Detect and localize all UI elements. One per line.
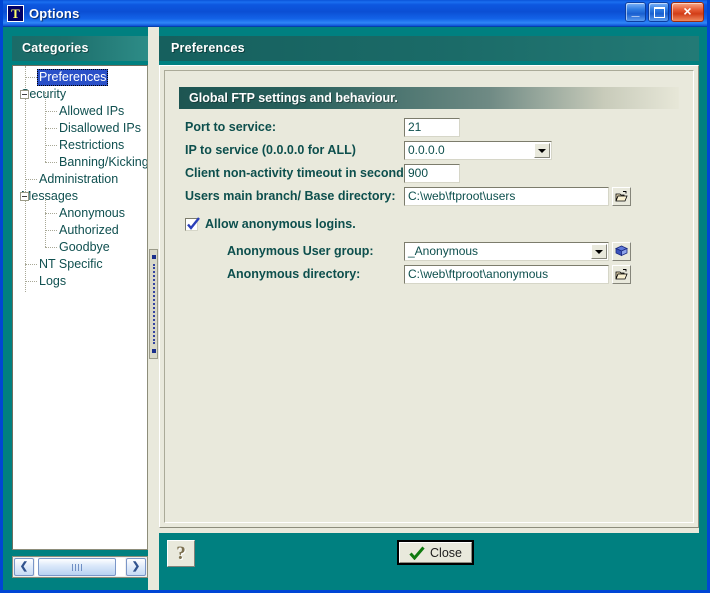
tree-item-label: Goodbye bbox=[59, 240, 110, 254]
tree-item-label: Restrictions bbox=[59, 138, 125, 152]
tree-item-label: NT Specific bbox=[39, 257, 103, 271]
chevron-left-icon: ❮ bbox=[19, 561, 29, 572]
dialog-button-bar: ? Close bbox=[159, 533, 699, 578]
categories-tree[interactable]: Preferences Security Allowed IPs Disallowed… bbox=[12, 65, 148, 550]
splitter-grip[interactable] bbox=[149, 249, 158, 359]
app-icon: T bbox=[7, 4, 24, 22]
browse-anonymous-directory-button[interactable] bbox=[612, 264, 631, 284]
allow-anonymous-checkbox[interactable] bbox=[185, 216, 200, 231]
tree-item-goodbye[interactable]: Goodbye bbox=[13, 239, 147, 256]
anonymous-group-combobox[interactable]: _Anonymous bbox=[404, 241, 609, 261]
timeout-label: Client non-activity timeout in seconds: bbox=[185, 166, 415, 180]
anonymous-group-label: Anonymous User group: bbox=[227, 244, 374, 258]
tree-item-allowed-ips[interactable]: Allowed IPs bbox=[13, 103, 147, 120]
tree-item-logs[interactable]: Logs bbox=[13, 273, 147, 290]
tree-item-administration[interactable]: Administration bbox=[13, 171, 147, 188]
timeout-input[interactable] bbox=[404, 163, 460, 183]
port-input[interactable] bbox=[404, 117, 460, 137]
splitter-dots-icon bbox=[153, 264, 156, 344]
chevron-down-icon[interactable] bbox=[534, 142, 550, 158]
ip-combobox[interactable]: 0.0.0.0 bbox=[404, 140, 552, 160]
edit-user-groups-button[interactable] bbox=[612, 241, 631, 261]
tree-item-banning-kicking[interactable]: Banning/Kicking bbox=[13, 154, 147, 171]
options-window: T Options _ × Categories Preferences Sec… bbox=[0, 0, 710, 593]
panel-splitter[interactable] bbox=[148, 27, 159, 590]
section-title: Global FTP settings and behaviour. bbox=[179, 87, 679, 109]
maximize-button[interactable] bbox=[648, 2, 669, 22]
tree-item-restrictions[interactable]: Restrictions bbox=[13, 137, 147, 154]
open-folder-icon-anon bbox=[615, 268, 628, 279]
categories-panel: Categories Preferences Security Allowed … bbox=[12, 36, 148, 578]
tree-item-label: Disallowed IPs bbox=[59, 121, 141, 135]
close-icon: × bbox=[683, 3, 692, 19]
open-folder-icon bbox=[615, 190, 628, 201]
preferences-header: Preferences bbox=[159, 36, 699, 61]
anonymous-directory-input[interactable] bbox=[404, 264, 609, 284]
tree-item-label: Anonymous bbox=[59, 206, 126, 220]
row-port: Port to service: bbox=[179, 116, 679, 138]
preferences-content-frame: Global FTP settings and behaviour. Port … bbox=[159, 65, 699, 528]
categories-header: Categories bbox=[12, 36, 148, 61]
tree-item-messages[interactable]: Messages bbox=[13, 188, 147, 205]
tree-horizontal-scrollbar[interactable]: ❮ ❯ bbox=[12, 556, 148, 578]
tree-item-nt-specific[interactable]: NT Specific bbox=[13, 256, 147, 273]
maximize-icon bbox=[649, 3, 668, 21]
scroll-right-button[interactable]: ❯ bbox=[126, 558, 146, 576]
minimize-button[interactable]: _ bbox=[625, 2, 646, 22]
tree-expander-icon[interactable] bbox=[20, 192, 29, 201]
tree-item-label: Authorized bbox=[59, 223, 119, 237]
row-anonymous-directory: Anonymous directory: bbox=[179, 263, 679, 285]
browse-base-directory-button[interactable] bbox=[612, 186, 631, 206]
chevron-right-icon: ❯ bbox=[131, 561, 141, 572]
title-bar: T Options _ × bbox=[3, 0, 707, 27]
tree-item-security[interactable]: Security bbox=[13, 86, 147, 103]
close-button-label: Close bbox=[430, 545, 462, 560]
row-timeout: Client non-activity timeout in seconds: bbox=[179, 162, 679, 184]
base-directory-label: Users main branch/ Base directory: bbox=[185, 189, 396, 203]
tree-item-label: Banning/Kicking bbox=[59, 155, 148, 169]
row-anonymous-group: Anonymous User group: _Anonymous bbox=[179, 240, 679, 262]
tree-item-preferences[interactable]: Preferences bbox=[13, 69, 147, 86]
minimize-icon: _ bbox=[631, 2, 640, 18]
chevron-down-icon-group[interactable] bbox=[591, 243, 607, 259]
ip-selected-value: 0.0.0.0 bbox=[408, 142, 445, 157]
checkmark-green-icon bbox=[409, 546, 425, 560]
allow-anonymous-label: Allow anonymous logins. bbox=[205, 217, 356, 231]
scroll-left-button[interactable]: ❮ bbox=[14, 558, 34, 576]
tree-item-label: Allowed IPs bbox=[59, 104, 125, 118]
preferences-panel: Preferences Global FTP settings and beha… bbox=[159, 36, 699, 578]
anonymous-directory-label: Anonymous directory: bbox=[227, 267, 361, 281]
window-body: Categories Preferences Security Allowed … bbox=[3, 27, 707, 590]
row-base-directory: Users main branch/ Base directory: bbox=[179, 185, 679, 207]
scroll-thumb[interactable] bbox=[38, 558, 116, 576]
close-button[interactable]: Close bbox=[397, 540, 474, 565]
anonymous-group-selected-value: _Anonymous bbox=[408, 243, 479, 258]
checkmark-icon bbox=[187, 216, 200, 230]
tree-item-label: Preferences bbox=[37, 69, 109, 86]
help-button[interactable]: ? bbox=[167, 540, 195, 567]
preferences-content: Global FTP settings and behaviour. Port … bbox=[164, 70, 694, 523]
window-title: Options bbox=[29, 5, 80, 21]
base-directory-input[interactable] bbox=[404, 186, 609, 206]
tree-rows-container: Preferences Security Allowed IPs Disallowed… bbox=[13, 69, 147, 290]
tree-item-label: Logs bbox=[39, 274, 67, 288]
close-window-button[interactable]: × bbox=[671, 2, 704, 22]
row-allow-anonymous[interactable]: Allow anonymous logins. bbox=[185, 213, 679, 235]
tree-expander-icon[interactable] bbox=[20, 90, 29, 99]
window-controls: _ × bbox=[625, 2, 704, 22]
tree-item-label: Administration bbox=[39, 172, 119, 186]
tree-item-disallowed-ips[interactable]: Disallowed IPs bbox=[13, 120, 147, 137]
scroll-track[interactable] bbox=[35, 558, 125, 576]
ip-label: IP to service (0.0.0.0 for ALL) bbox=[185, 143, 356, 157]
tree-item-authorized[interactable]: Authorized bbox=[13, 222, 147, 239]
tree-item-anonymous[interactable]: Anonymous bbox=[13, 205, 147, 222]
port-label: Port to service: bbox=[185, 120, 277, 134]
book-icon bbox=[615, 245, 628, 256]
row-ip: IP to service (0.0.0.0 for ALL) 0.0.0.0 bbox=[179, 139, 679, 161]
